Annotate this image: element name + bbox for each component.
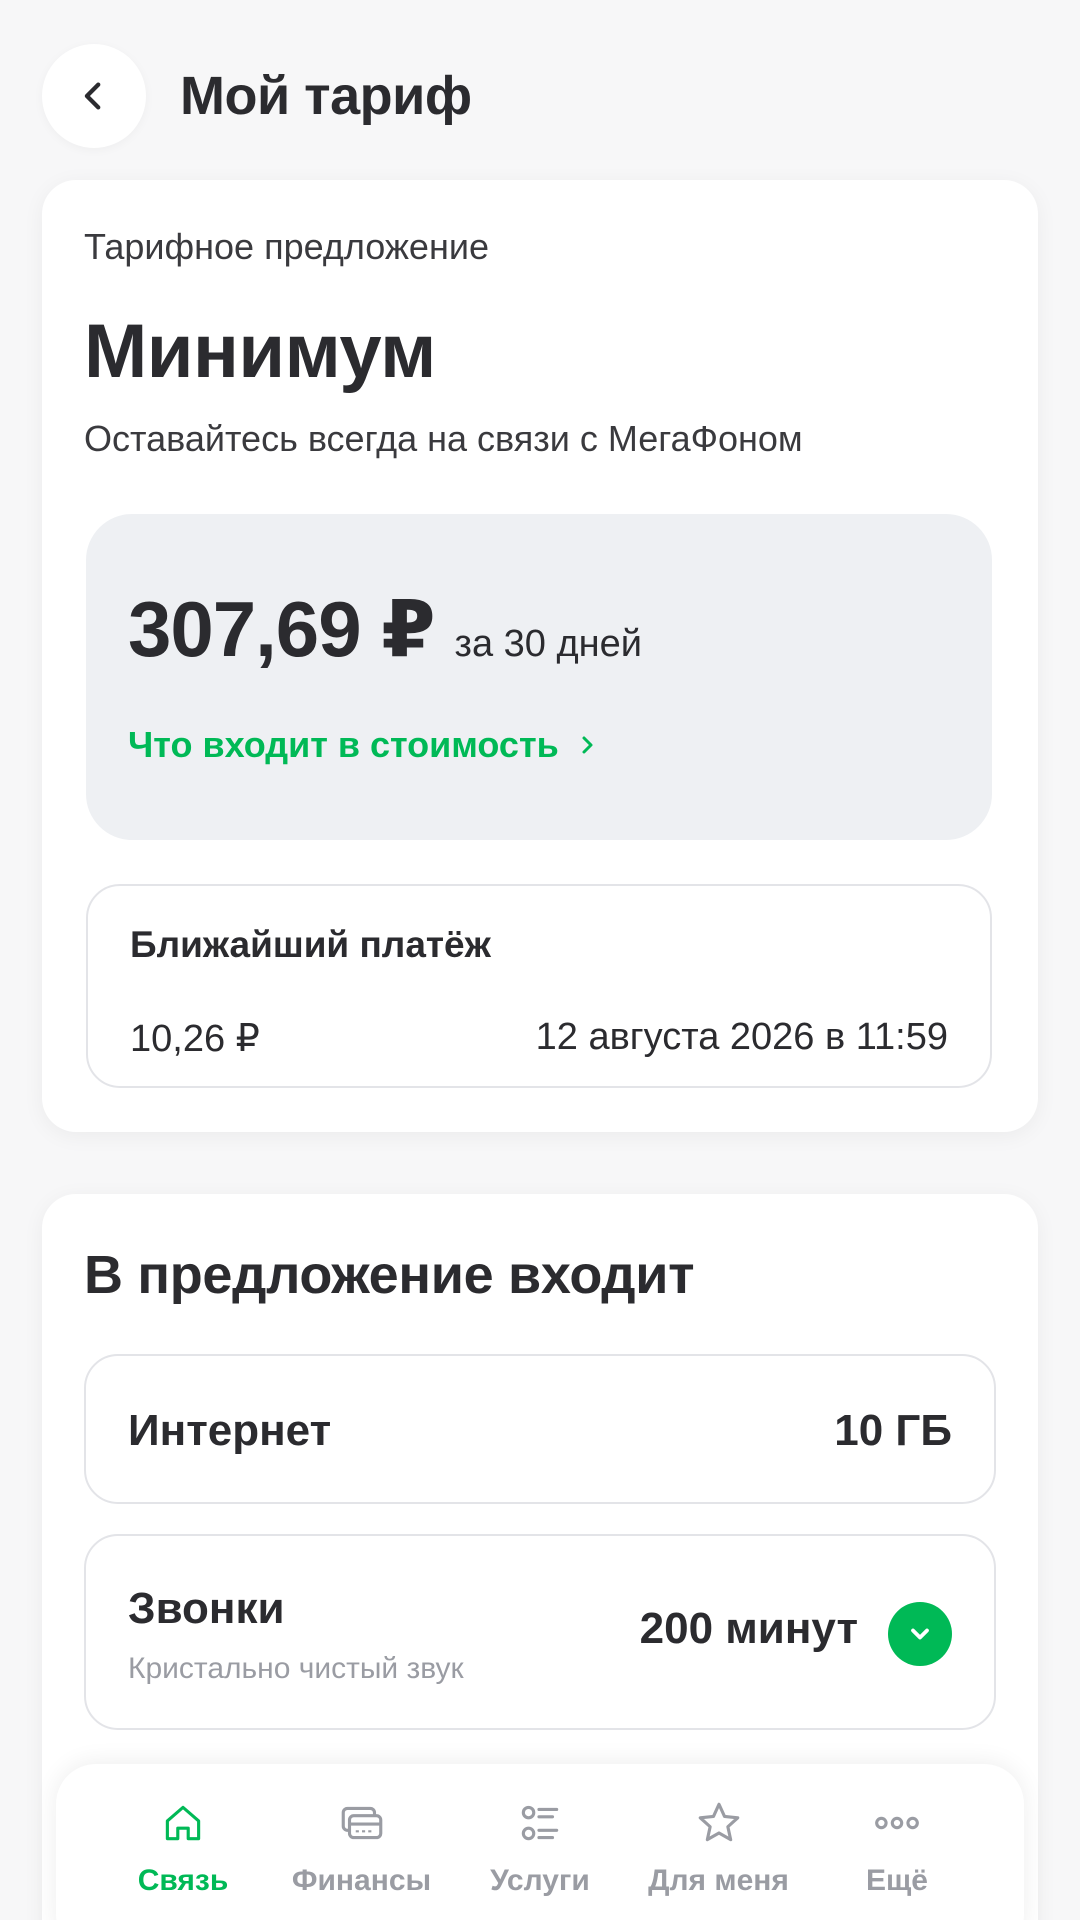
price-box: 307,69 ₽ за 30 дней Что входит в стоимос… [86,514,992,840]
nav-item-services[interactable]: Услуги [451,1764,629,1920]
tariff-card: Тарифное предложение Минимум Оставайтесь… [42,180,1038,1132]
back-button[interactable] [42,44,146,148]
home-icon [165,1805,201,1841]
tariff-description: Оставайтесь всегда на связи с МегаФоном [84,418,803,459]
page-title: Мой тариф [180,66,472,126]
calls-item[interactable]: Звонки Кристально чистый звук 200 минут [84,1534,996,1730]
item-subtitle: Кристально чистый звук [128,1652,464,1685]
nav-label: Связь [137,1864,229,1897]
services-list-icon [521,1805,559,1841]
payment-date: 12 августа 2026 в 11:59 [535,1016,948,1058]
nav-item-for-me[interactable]: Для меня [630,1764,808,1920]
nav-label: Финансы [291,1864,432,1897]
price-line: 307,69 ₽ за 30 дней [128,584,642,675]
offer-label: Тарифное предложение [84,226,489,267]
payment-amount: 10,26 ₽ [130,1018,260,1060]
tariff-screen: Мой тариф Тарифное предложение Минимум О… [0,0,1080,1920]
item-name: Интернет [128,1406,332,1455]
more-dots-icon [875,1816,919,1830]
includes-title: В предложение входит [84,1245,695,1305]
price-details-label: Что входит в стоимость [128,724,559,765]
nav-label: Для меня [648,1864,789,1897]
price-details-link[interactable]: Что входит в стоимость [128,724,599,766]
cards-icon [341,1806,382,1840]
nav-label: Ещё [865,1864,928,1897]
header: Мой тариф [42,44,1038,148]
star-icon [698,1802,739,1842]
item-name: Звонки [128,1584,285,1633]
chevron-down-icon [911,1628,929,1640]
item-value: 10 ГБ [834,1406,952,1455]
expand-button[interactable] [888,1602,952,1666]
tariff-name: Минимум [84,309,436,394]
price-period: за 30 дней [454,623,642,665]
item-value: 200 минут [639,1604,858,1653]
nav-item-more[interactable]: Ещё [808,1764,986,1920]
chevron-left-icon [84,82,101,110]
nav-label: Услуги [490,1864,590,1897]
internet-item: Интернет 10 ГБ [84,1354,996,1504]
next-payment-box: Ближайший платёж 10,26 ₽ 12 августа 2026… [86,884,992,1088]
price-value: 307,69 ₽ [128,585,436,673]
bottom-nav: Связь Финансы Услуги Для меня Ещё [56,1764,1024,1920]
chevron-right-icon [582,736,593,754]
nav-item-finance[interactable]: Финансы [273,1764,451,1920]
payment-title: Ближайший платёж [130,924,491,965]
nav-item-svyaz[interactable]: Связь [94,1764,272,1920]
